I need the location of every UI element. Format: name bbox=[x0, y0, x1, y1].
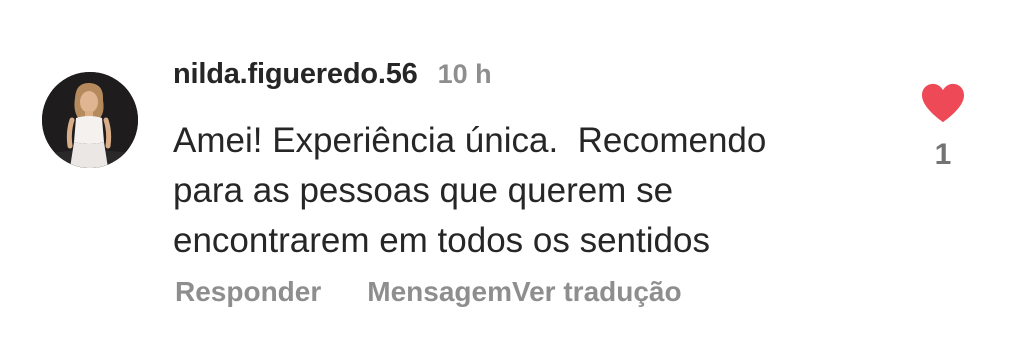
heart-icon[interactable] bbox=[920, 82, 966, 124]
comment-text-line: para as pessoas que querem se bbox=[173, 171, 674, 210]
reply-button[interactable]: Responder bbox=[175, 276, 321, 308]
comment-header: nilda.figueredo.56 10 h bbox=[173, 58, 492, 98]
avatar[interactable] bbox=[42, 72, 138, 168]
comment-text: Amei! Experiência única. Recomendo para … bbox=[173, 116, 893, 266]
comment-text-line: Amei! Experiência única. Recomendo bbox=[173, 121, 767, 160]
comment-username[interactable]: nilda.figueredo.56 bbox=[173, 58, 418, 91]
comment-actions: Responder Mensagem Ver tradução bbox=[175, 276, 682, 308]
see-translation-button[interactable]: Ver tradução bbox=[512, 276, 682, 308]
message-button[interactable]: Mensagem bbox=[367, 276, 512, 308]
like-control: 1 bbox=[918, 82, 968, 172]
comment-item: nilda.figueredo.56 10 h Amei! Experiênci… bbox=[0, 0, 1024, 340]
comment-timestamp: 10 h bbox=[437, 59, 492, 89]
comment-text-line: encontrarem em todos os sentidos bbox=[173, 221, 710, 260]
like-count: 1 bbox=[934, 138, 952, 171]
profile-photo-icon bbox=[42, 72, 138, 168]
